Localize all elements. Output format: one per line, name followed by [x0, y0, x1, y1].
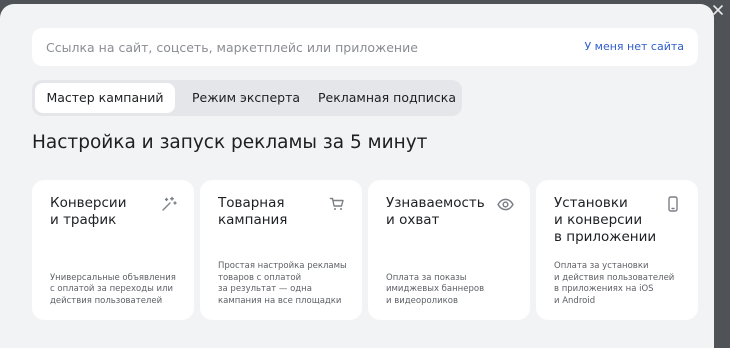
tab-campaign-master[interactable]: Мастер кампаний [35, 83, 175, 113]
close-button[interactable] [706, 0, 730, 20]
card-app-installs[interactable]: Установки и конверсии в приложении Оплат… [536, 180, 698, 320]
card-description: Универсальные объявления с оплатой за пе… [50, 272, 176, 306]
smartphone-icon [664, 195, 682, 213]
site-url-field[interactable]: У меня нет сайта [32, 28, 698, 66]
tab-ad-subscription[interactable]: Рекламная подписка [315, 83, 459, 113]
site-url-input[interactable] [46, 28, 566, 66]
page-title: Настройка и запуск рекламы за 5 минут [32, 132, 428, 153]
card-product-campaign[interactable]: Товарная кампания Простая настройка рекл… [200, 180, 362, 320]
magic-wand-icon [160, 195, 178, 213]
card-title: Установки и конверсии в приложении [554, 195, 657, 245]
campaign-modal: У меня нет сайта Мастер кампаний Режим э… [0, 4, 714, 348]
eye-icon [496, 195, 514, 213]
close-icon [712, 1, 724, 20]
card-description: Оплата за установки и действия пользоват… [554, 261, 675, 306]
card-awareness-reach[interactable]: Узнаваемость и охват Оплата за показы им… [368, 180, 530, 320]
card-conversions-traffic[interactable]: Конверсии и трафик Универсальные объявле… [32, 180, 194, 320]
card-description: Оплата за показы имиджевых баннеров и ви… [386, 272, 485, 306]
card-description: Простая настройка рекламы товаров с опла… [218, 261, 347, 306]
card-title: Товарная кампания [218, 195, 288, 228]
card-title: Конверсии и трафик [50, 195, 127, 228]
card-title: Узнаваемость и охват [386, 195, 485, 228]
no-site-link[interactable]: У меня нет сайта [584, 28, 684, 66]
mode-tabs: Мастер кампаний Режим эксперта Рекламная… [32, 80, 462, 116]
tab-expert-mode[interactable]: Режим эксперта [184, 83, 308, 113]
cart-icon [328, 195, 346, 213]
